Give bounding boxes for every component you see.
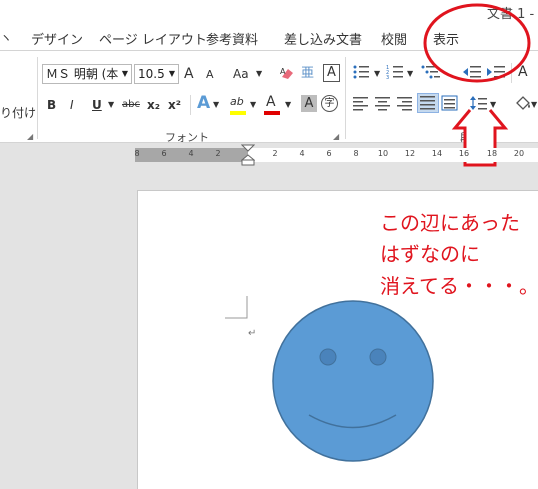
ruler-number: 20 [513,149,525,158]
indent-marker-icon[interactable] [241,144,255,166]
ruler-number: 16 [458,149,470,158]
annotation-line-3: 消えてる・・・。 [380,274,538,298]
ruler-number: 2 [272,149,278,158]
ruler-number: 8 [134,149,140,158]
ruler-number: 10 [377,149,389,158]
ruler-number: 8 [353,149,359,158]
margin-marks: ↵ [225,296,256,339]
annotation-line-1: この辺にあった [380,211,520,235]
ruler-number: 6 [161,149,167,158]
ruler-number: 12 [404,149,416,158]
smiley-right-eye [369,348,387,366]
ruler-number: 14 [431,149,443,158]
red-circle-annotation [423,3,531,83]
ruler-number: 4 [188,149,194,158]
smiley-face-shape[interactable] [272,300,434,462]
horizontal-ruler[interactable]: 8 6 4 2 2 4 6 8 10 12 14 16 18 20 [134,144,538,166]
ruler-number: 6 [326,149,332,158]
annotation-line-2: はずなのに [380,242,480,266]
ruler-number: 18 [486,149,498,158]
paragraph-mark-icon: ↵ [248,328,256,339]
smiley-left-eye [319,348,337,366]
ruler-number: 4 [299,149,305,158]
margin-corner-mark [225,296,248,319]
smiley-face-circle [272,300,434,462]
ruler-number: 2 [215,149,221,158]
